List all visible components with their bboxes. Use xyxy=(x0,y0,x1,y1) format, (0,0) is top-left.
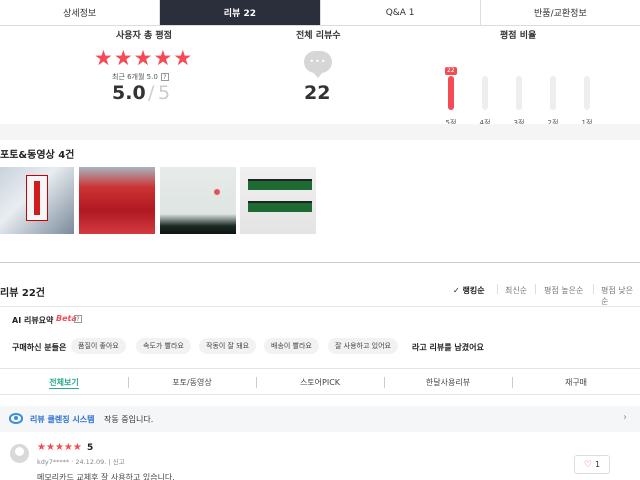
rating-bar-fill xyxy=(448,76,454,110)
rating-bar-track xyxy=(584,76,590,110)
tab-return-exchange[interactable]: 반품/교환정보 xyxy=(480,0,640,25)
keyword-lead-text: 구매하신 분들은 xyxy=(12,343,67,352)
review-stars: ★ ★ ★ ★ ★ xyxy=(37,443,82,453)
filter-tab-label: 전체보기 xyxy=(49,377,79,389)
filter-tab-month-use[interactable]: 한달사용리뷰 xyxy=(384,369,512,396)
star-icon: ★ xyxy=(153,46,173,70)
speech-bubble-icon: ••• xyxy=(304,51,332,78)
eye-icon xyxy=(9,413,23,424)
sort-separator xyxy=(497,284,498,294)
section-divider xyxy=(0,262,640,263)
score-separator: / xyxy=(148,82,155,104)
sort-rating-high[interactable]: 평점 높은순 xyxy=(544,285,583,296)
keyword-chip[interactable]: 배송이 빨라요 xyxy=(264,338,319,354)
notice-text: 작동 중입니다. xyxy=(104,415,154,424)
star-icon: ★ xyxy=(37,442,46,453)
filter-tab-label: 포토/동영상 xyxy=(172,378,212,387)
like-button[interactable]: ♡ 1 xyxy=(574,455,610,474)
product-tab-bar: 상세정보 리뷰 22 Q&A 1 반품/교환정보 xyxy=(0,0,640,26)
help-icon[interactable]: ? xyxy=(160,73,169,81)
star-icon: ★ xyxy=(45,442,55,453)
total-reviews-title: 전체 리뷰수 xyxy=(296,31,341,41)
star-icon: ★ xyxy=(72,442,82,453)
distribution-count-badge: 22 xyxy=(445,67,457,75)
keyword-chip[interactable]: 품질이 좋아요 xyxy=(71,338,126,354)
rating-bar-track xyxy=(516,76,522,110)
keyword-chip[interactable]: 잘 사용하고 있어요 xyxy=(328,338,398,354)
tab-label: Q&A 1 xyxy=(385,7,415,18)
keyword-chip[interactable]: 작동이 잘 돼요 xyxy=(199,338,257,354)
tab-detail-info[interactable]: 상세정보 xyxy=(0,0,161,25)
review-date: 24.12.09. xyxy=(75,458,107,466)
photo-section-title: 포토&동영상 4건 xyxy=(0,150,75,161)
tab-label: 상세정보 xyxy=(63,9,97,19)
tab-qna[interactable]: Q&A 1 xyxy=(320,0,481,25)
filter-tab-all[interactable]: 전체보기 xyxy=(0,369,128,396)
tab-label: 리뷰 22 xyxy=(223,9,256,19)
review-summary: 사용자 총 평점 ★ ★ ★ ★ ★ 최근 6개월 5.0 ? 5.0 / 5 … xyxy=(0,26,640,127)
review-score: 5 xyxy=(87,443,94,453)
filter-tab-label: 한달사용리뷰 xyxy=(425,378,471,387)
review-user: kdy7***** xyxy=(37,458,70,466)
filter-tab-photo-video[interactable]: 포토/동영상 xyxy=(128,369,256,396)
score-max: 5 xyxy=(158,82,171,104)
review-body: 메모리카드 교체후 잘 사용하고 있습니다. xyxy=(37,473,175,480)
review-photo-thumbnail[interactable] xyxy=(240,167,316,234)
sort-separator xyxy=(593,284,594,294)
rating-bar-track xyxy=(550,76,556,110)
filter-tab-label: 재구매 xyxy=(564,378,588,387)
review-photo-thumbnail[interactable] xyxy=(79,167,155,234)
distribution-title: 평점 비율 xyxy=(500,31,537,41)
filter-tab-repurchase[interactable]: 재구매 xyxy=(512,369,640,396)
rating-bar-track xyxy=(448,76,454,110)
header-divider xyxy=(0,306,640,307)
thumbs-up-icon: ♡ xyxy=(583,459,592,470)
review-meta: kdy7***** · 24.12.09. | 신고 xyxy=(37,458,125,466)
notice-highlight: 리뷰 클렌징 시스템 xyxy=(30,415,95,424)
tab-reviews[interactable]: 리뷰 22 xyxy=(160,0,321,25)
keyword-tail-text: 라고 리뷰를 남겼어요 xyxy=(412,343,484,352)
filter-tab-label: 스토어PICK xyxy=(299,378,341,387)
recent-rating: 최근 6개월 5.0 ? xyxy=(112,72,169,82)
star-icon: ★ xyxy=(63,442,73,453)
filter-tab-store-pick[interactable]: 스토어PICK xyxy=(256,369,384,396)
review-cleaning-notice[interactable]: 리뷰 클렌징 시스템 작동 중입니다. › xyxy=(0,406,640,432)
recent-rating-label: 최근 6개월 5.0 xyxy=(112,73,158,81)
report-link[interactable]: 신고 xyxy=(113,458,125,466)
avatar xyxy=(10,444,29,463)
sort-separator xyxy=(535,284,536,294)
review-photo-thumbnail[interactable] xyxy=(160,167,236,234)
chevron-right-icon: › xyxy=(623,412,627,423)
star-icon: ★ xyxy=(94,46,113,70)
sort-ranking[interactable]: ✓ 랭킹순 xyxy=(453,285,485,296)
keyword-chip[interactable]: 속도가 빨라요 xyxy=(136,338,191,354)
star-icon: ★ xyxy=(133,46,153,70)
rating-title: 사용자 총 평점 xyxy=(116,31,172,41)
star-icon: ★ xyxy=(54,442,64,453)
review-count-title: 리뷰 22건 xyxy=(0,288,45,299)
sort-latest[interactable]: 최신순 xyxy=(505,285,527,296)
star-icon: ★ xyxy=(113,46,133,70)
total-review-count: 22 xyxy=(304,82,331,104)
star-icon: ★ xyxy=(173,46,193,70)
tab-label: 반품/교환정보 xyxy=(534,9,587,19)
rating-bar-track xyxy=(482,76,488,110)
section-spacer xyxy=(0,124,640,140)
help-icon[interactable]: ? xyxy=(74,315,82,323)
ai-summary-title: AI 리뷰요약 xyxy=(12,316,54,325)
sort-rating-low[interactable]: 평점 낮은순 xyxy=(601,285,640,307)
review-photo-thumbnail[interactable] xyxy=(0,167,74,234)
review-filter-tabs: 전체보기 포토/동영상 스토어PICK 한달사용리뷰 재구매 xyxy=(0,368,640,395)
average-rating-stars: ★ ★ ★ ★ ★ xyxy=(94,48,192,69)
like-count: 1 xyxy=(594,460,601,469)
average-score: 5.0 xyxy=(112,82,146,104)
